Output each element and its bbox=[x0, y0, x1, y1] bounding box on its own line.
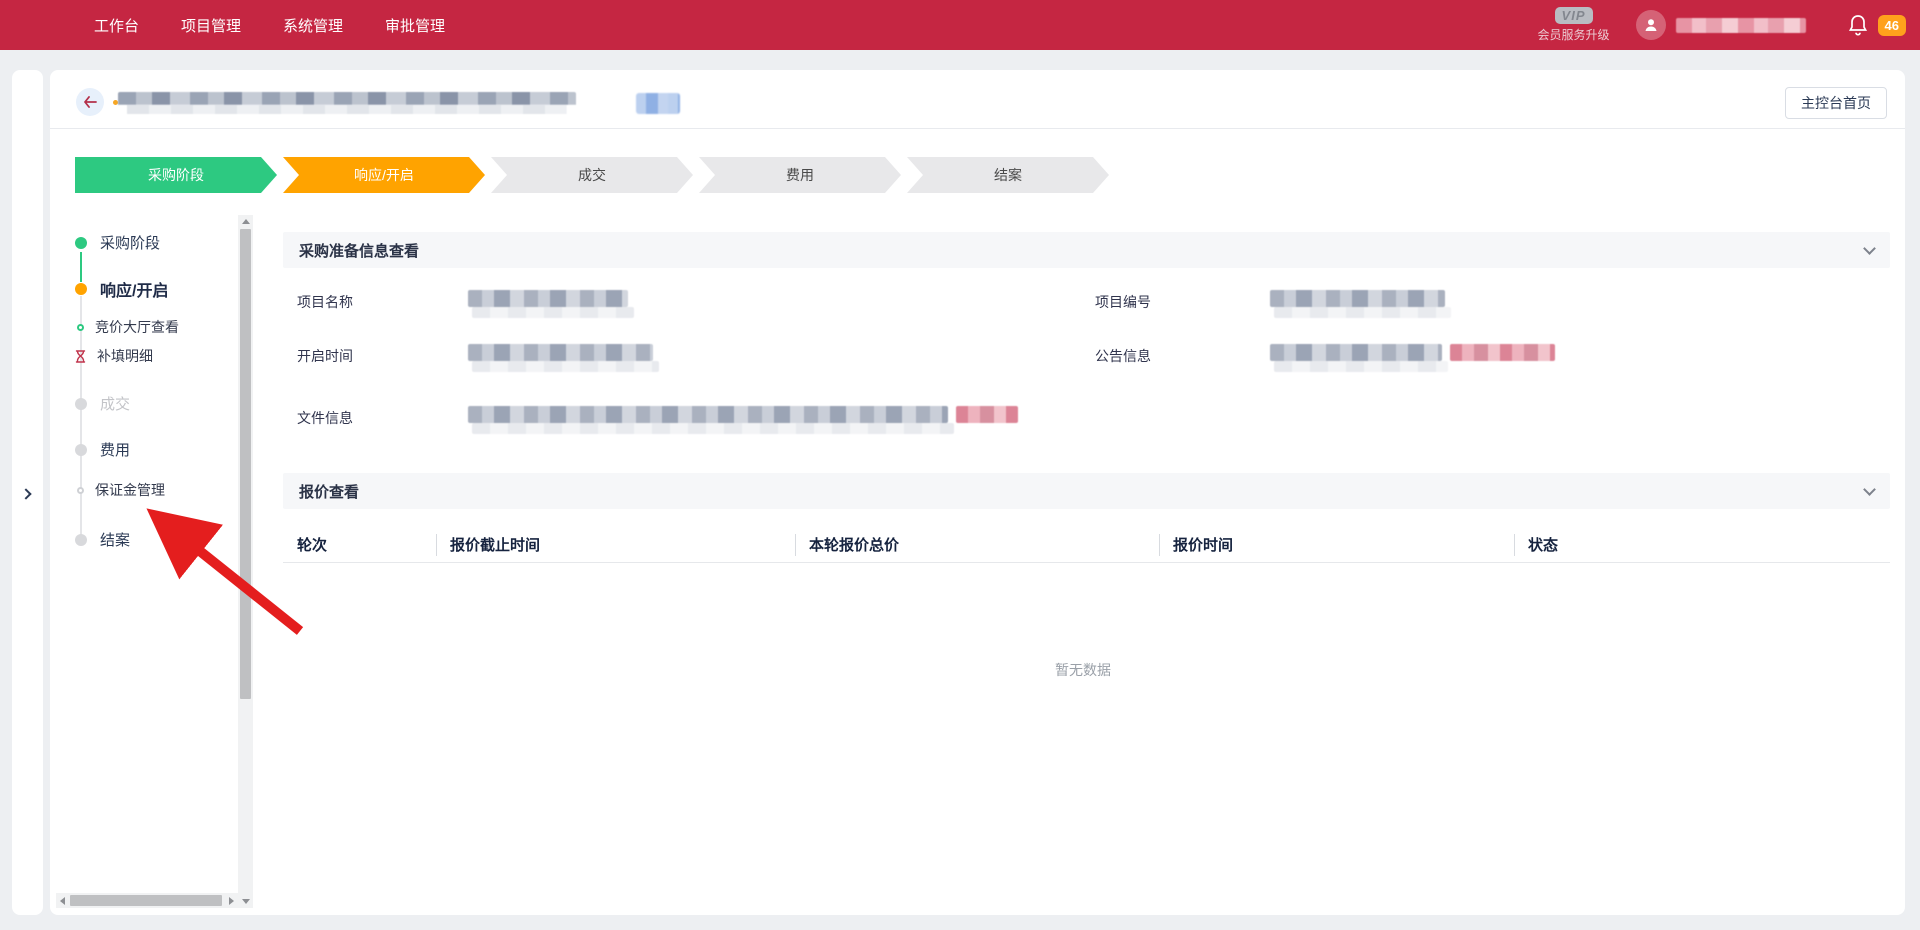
person-icon bbox=[1643, 17, 1659, 33]
sidebar-item-deposit-management[interactable]: 保证金管理 bbox=[50, 480, 165, 500]
sidebar-item-label: 竞价大厅查看 bbox=[95, 317, 179, 337]
sidebar-item-close[interactable]: 结案 bbox=[50, 529, 130, 550]
sidebar-item-fill-details[interactable]: 补填明细 bbox=[50, 346, 153, 366]
gray-dot-icon bbox=[75, 534, 87, 546]
sidebar-vertical-scrollbar[interactable] bbox=[238, 215, 253, 908]
annotation-arrow-red bbox=[138, 498, 318, 643]
green-ring-icon bbox=[77, 324, 84, 331]
sidebar-item-label: 响应/开启 bbox=[100, 277, 168, 301]
collapsed-panel-strip bbox=[12, 70, 43, 915]
section-purchase-info-header[interactable]: 采购准备信息查看 bbox=[283, 232, 1890, 268]
sidebar-item-label: 结案 bbox=[100, 529, 130, 550]
section-quote-header[interactable]: 报价查看 bbox=[283, 473, 1890, 509]
back-button[interactable] bbox=[76, 88, 104, 116]
field-value-file-info-redacted bbox=[468, 406, 948, 423]
username-redacted[interactable] bbox=[1676, 18, 1806, 33]
header-divider bbox=[50, 128, 1905, 129]
horizontal-scroll-thumb[interactable] bbox=[70, 895, 222, 906]
section-title: 采购准备信息查看 bbox=[299, 240, 419, 261]
stage-progress-bar: 采购阶段 响应/开启 成交 费用 结案 bbox=[75, 157, 1109, 193]
section-title: 报价查看 bbox=[299, 481, 359, 502]
main-card: 主控台首页 采购阶段 响应/开启 成交 费用 结案 采购阶段 响应/开启 竞价大… bbox=[50, 70, 1905, 915]
nav-item-approval-management[interactable]: 审批管理 bbox=[385, 15, 445, 36]
empty-state-text: 暂无数据 bbox=[1055, 660, 1111, 680]
sidebar-item-label: 成交 bbox=[100, 393, 130, 414]
field-label-open-time: 开启时间 bbox=[297, 346, 353, 366]
hourglass-icon bbox=[75, 350, 86, 363]
gray-dot-icon bbox=[75, 444, 87, 456]
column-quote-time: 报价时间 bbox=[1159, 534, 1514, 555]
sidebar-item-deal[interactable]: 成交 bbox=[50, 393, 130, 414]
step-procurement-stage[interactable]: 采购阶段 bbox=[75, 157, 277, 193]
step-response-open[interactable]: 响应/开启 bbox=[283, 157, 485, 193]
user-avatar[interactable] bbox=[1636, 10, 1666, 40]
gray-ring-icon bbox=[77, 487, 84, 494]
green-dot-icon bbox=[75, 237, 87, 249]
file-link-redacted[interactable] bbox=[956, 406, 1018, 423]
column-status: 状态 bbox=[1514, 534, 1890, 555]
sidebar-item-label: 补填明细 bbox=[97, 346, 153, 366]
field-label-project-no: 项目编号 bbox=[1095, 292, 1151, 312]
topbar-right-cluster: VIP 会员服务升级 46 bbox=[1538, 0, 1906, 50]
vip-caption: 会员服务升级 bbox=[1538, 26, 1610, 43]
chevron-down-icon[interactable] bbox=[1863, 242, 1876, 255]
vip-upgrade[interactable]: VIP 会员服务升级 bbox=[1538, 7, 1610, 43]
field-label-file-info: 文件信息 bbox=[297, 408, 353, 428]
arrow-left-icon bbox=[83, 96, 97, 108]
vertical-scroll-thumb[interactable] bbox=[240, 229, 251, 699]
nav-item-system-management[interactable]: 系统管理 bbox=[283, 15, 343, 36]
field-value-open-time-redacted bbox=[468, 344, 653, 361]
scroll-down-arrow-icon[interactable] bbox=[242, 899, 250, 904]
sidebar-item-label: 费用 bbox=[100, 439, 130, 460]
scroll-right-arrow-icon[interactable] bbox=[229, 897, 234, 905]
sidebar-horizontal-scrollbar[interactable] bbox=[56, 893, 238, 908]
field-value-notice-info-redacted bbox=[1270, 344, 1442, 361]
console-home-button[interactable]: 主控台首页 bbox=[1785, 87, 1887, 119]
sidebar-item-procurement-stage[interactable]: 采购阶段 bbox=[50, 232, 160, 253]
expand-panel-chevron-icon[interactable] bbox=[20, 488, 31, 499]
sidebar-item-fee[interactable]: 费用 bbox=[50, 439, 130, 460]
page-title-redacted bbox=[118, 92, 576, 114]
notification-bell-icon[interactable] bbox=[1848, 14, 1868, 36]
column-round: 轮次 bbox=[283, 534, 436, 555]
field-value-project-no-redacted bbox=[1270, 290, 1445, 307]
chevron-down-icon[interactable] bbox=[1863, 483, 1876, 496]
step-deal[interactable]: 成交 bbox=[491, 157, 693, 193]
notice-link-redacted[interactable] bbox=[1450, 344, 1555, 361]
column-round-total-price: 本轮报价总价 bbox=[795, 534, 1159, 555]
orange-dot-icon bbox=[75, 283, 87, 295]
sidebar-item-label: 保证金管理 bbox=[95, 480, 165, 500]
top-navbar: 工作台 项目管理 系统管理 审批管理 VIP 会员服务升级 46 bbox=[0, 0, 1920, 50]
top-nav-menu: 工作台 项目管理 系统管理 审批管理 bbox=[94, 15, 445, 36]
scroll-up-arrow-icon[interactable] bbox=[242, 219, 250, 224]
field-value-project-name-redacted bbox=[468, 290, 628, 307]
sidebar-item-label: 采购阶段 bbox=[100, 232, 160, 253]
notification-count-badge[interactable]: 46 bbox=[1878, 15, 1906, 36]
sidebar-item-bidding-hall[interactable]: 竞价大厅查看 bbox=[50, 317, 179, 337]
step-close[interactable]: 结案 bbox=[907, 157, 1109, 193]
nav-item-workbench[interactable]: 工作台 bbox=[94, 15, 139, 36]
quote-table-header: 轮次 报价截止时间 本轮报价总价 报价时间 状态 bbox=[283, 527, 1890, 563]
step-fee[interactable]: 费用 bbox=[699, 157, 901, 193]
nav-item-project-management[interactable]: 项目管理 bbox=[181, 15, 241, 36]
status-tag-redacted bbox=[636, 93, 680, 114]
sidebar-item-response-open[interactable]: 响应/开启 bbox=[50, 277, 168, 301]
scroll-left-arrow-icon[interactable] bbox=[60, 897, 65, 905]
gray-dot-icon bbox=[75, 398, 87, 410]
vip-icon: VIP bbox=[1555, 7, 1593, 24]
field-label-project-name: 项目名称 bbox=[297, 292, 353, 312]
field-label-notice-info: 公告信息 bbox=[1095, 346, 1151, 366]
column-quote-deadline: 报价截止时间 bbox=[436, 534, 795, 555]
